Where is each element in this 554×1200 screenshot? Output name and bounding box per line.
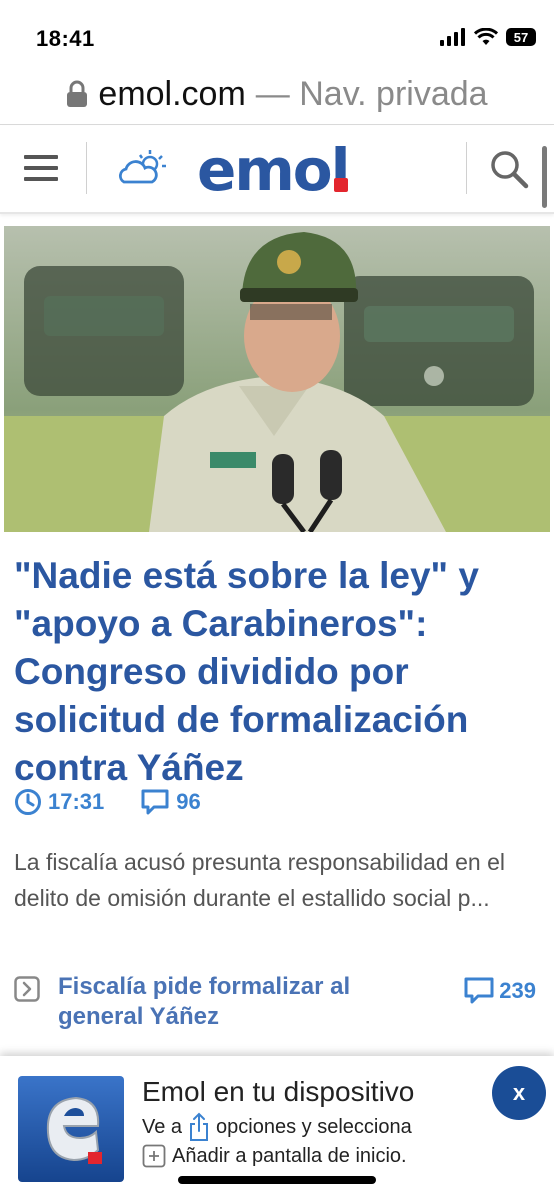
banner-instruction-1: Ve a opciones y selecciona	[142, 1112, 412, 1142]
site-header: emol	[0, 126, 554, 214]
logo-red-dot	[334, 178, 348, 192]
banner-line1-prefix: Ve a	[142, 1115, 183, 1138]
status-bar: 18:41 57	[0, 0, 554, 68]
signal-icon	[440, 28, 465, 46]
comment-icon	[464, 977, 494, 1004]
article-comments-link[interactable]: 96	[140, 788, 201, 816]
banner-instruction-2: Añadir a pantalla de inicio.	[142, 1144, 407, 1168]
banner-line1-suffix: opciones y selecciona	[216, 1115, 412, 1138]
clock-icon	[15, 789, 41, 815]
divider	[0, 124, 554, 125]
search-icon[interactable]	[488, 148, 530, 190]
battery-icon: 57	[506, 28, 536, 46]
share-icon	[190, 1112, 209, 1141]
related-comments-link[interactable]: 239	[463, 976, 536, 1006]
hero-photo	[4, 226, 550, 532]
weather-cloud-sun-icon[interactable]	[116, 148, 170, 188]
home-indicator[interactable]	[178, 1176, 376, 1184]
related-comment-count: 239	[499, 978, 536, 1003]
chevron-right-icon	[14, 976, 40, 1002]
article-comment-count: 96	[176, 789, 201, 814]
url-domain: emol.com	[98, 74, 246, 113]
address-bar[interactable]: emol.com — Nav. privada	[0, 66, 554, 122]
article-summary[interactable]: La fiscalía acusó presunta responsabilid…	[14, 844, 534, 916]
hamburger-menu-icon[interactable]	[22, 152, 62, 184]
banner-line2: Añadir a pantalla de inicio.	[172, 1144, 407, 1167]
banner-title: Emol en tu dispositivo	[142, 1076, 415, 1107]
lock-icon	[67, 80, 88, 107]
divider	[86, 142, 87, 194]
close-icon[interactable]: x	[492, 1066, 546, 1120]
add-square-icon	[142, 1144, 166, 1168]
article-hero-image[interactable]	[4, 226, 550, 532]
article-time-group: 17:31	[14, 788, 104, 816]
article-headline[interactable]: "Nadie está sobre la ley" y "apoyo a Car…	[14, 552, 534, 792]
related-article[interactable]: Fiscalía pide formalizar al general Yáñe…	[14, 972, 544, 1036]
private-mode-label: — Nav. privada	[255, 74, 488, 113]
divider	[466, 142, 467, 194]
status-icons: 57	[440, 28, 536, 46]
comment-icon	[141, 789, 169, 815]
related-article-title[interactable]: Fiscalía pide formalizar al general Yáñe…	[58, 972, 398, 1032]
article-time: 17:31	[48, 789, 105, 814]
scrollbar[interactable]	[542, 146, 547, 208]
emol-logo[interactable]: emol	[197, 136, 350, 204]
wifi-icon	[474, 28, 498, 45]
status-time: 18:41	[36, 26, 95, 51]
emol-app-icon	[18, 1076, 124, 1182]
article-meta: 17:31 96	[14, 788, 201, 816]
